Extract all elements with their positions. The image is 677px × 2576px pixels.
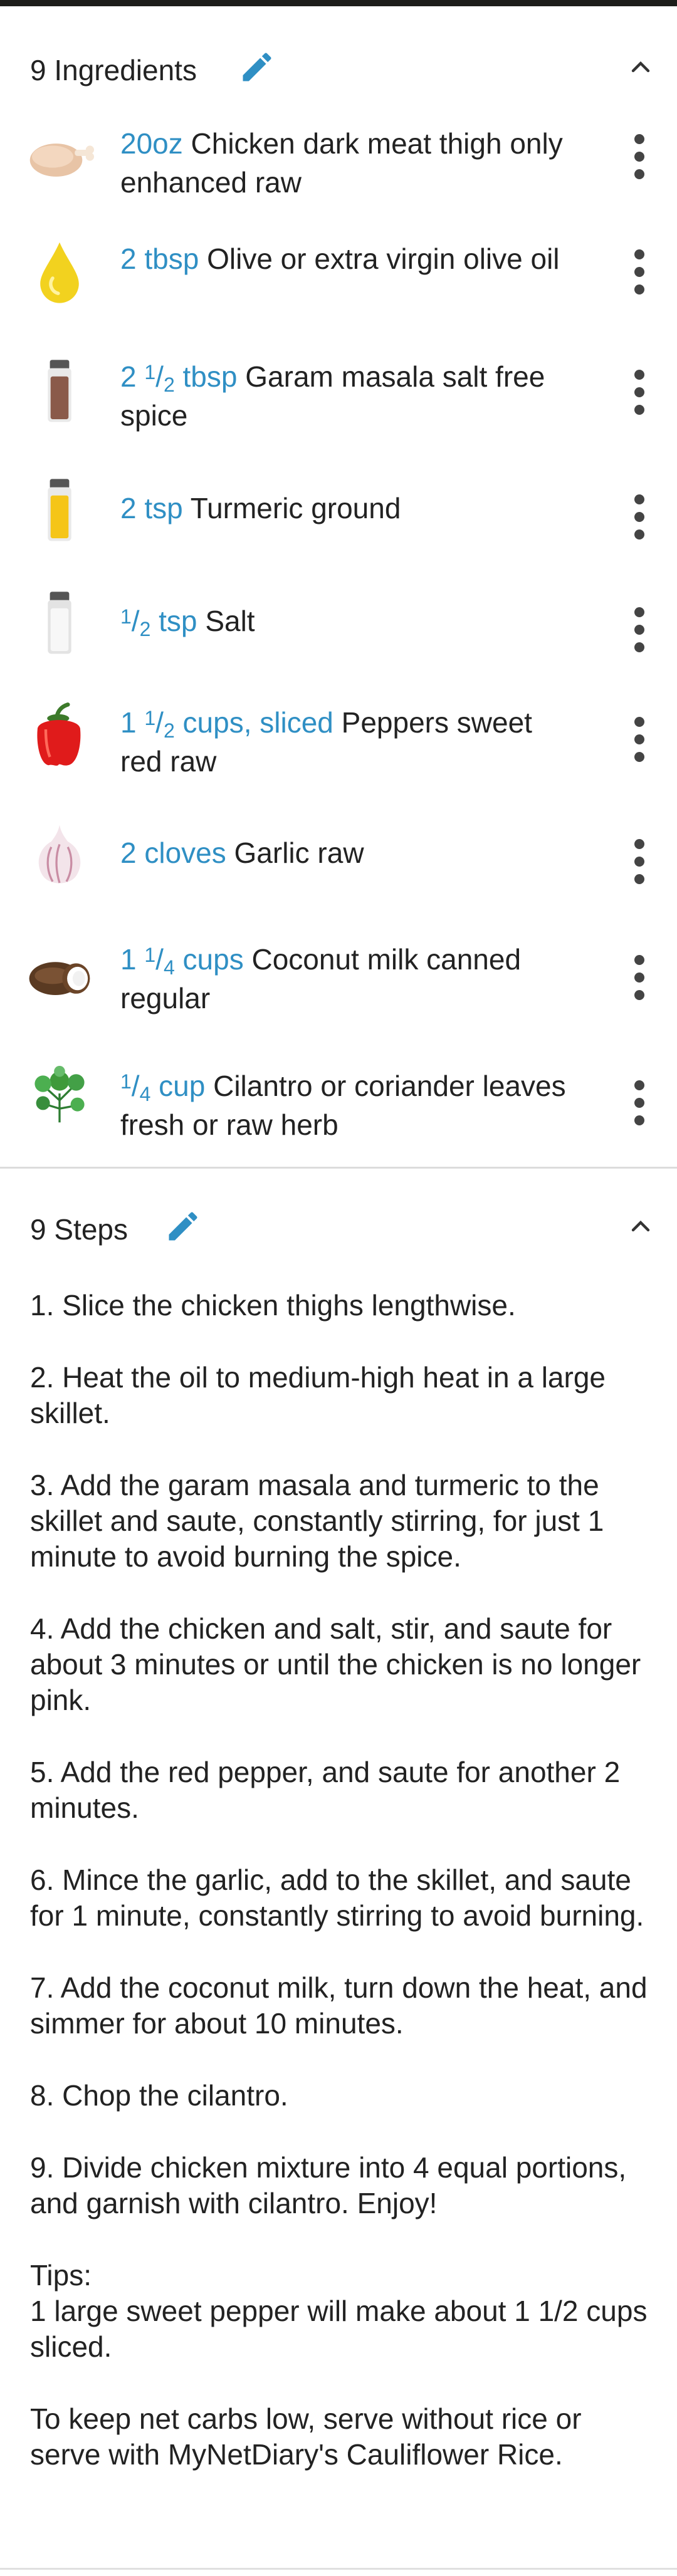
collapse-ingredients-icon[interactable] <box>626 52 656 82</box>
oil-drop-icon <box>40 242 79 303</box>
ingredients-header: 9 Ingredients <box>0 34 677 97</box>
edit-ingredients-icon[interactable] <box>238 48 276 86</box>
step-item: 1. Slice the chicken thighs lengthwise. <box>30 1289 516 1322</box>
red-pepper-icon <box>37 702 81 766</box>
step-item: 3. Add the garam masala and turmeric to … <box>30 1469 604 1573</box>
ingredient-text: 1/4 cup Cilantro or coriander leaves fre… <box>120 1070 566 1141</box>
ingredient-text: 1 1/4 cups Coconut milk canned regular <box>120 943 522 1014</box>
more-options-icon[interactable] <box>627 132 652 182</box>
more-options-icon[interactable] <box>627 1078 652 1128</box>
header-image-edge <box>0 0 677 6</box>
bottom-divider <box>0 2568 677 2570</box>
step-item: 5. Add the red pepper, and saute for ano… <box>30 1756 621 1824</box>
section-divider <box>0 1167 677 1169</box>
tip-item: To keep net carbs low, serve without ric… <box>30 2402 582 2471</box>
ingredient-text: 2 tbsp Olive or extra virgin olive oil <box>120 242 560 275</box>
steps-title: 9 Steps <box>30 1213 128 1246</box>
coconut-icon <box>29 962 90 995</box>
step-item: 9. Divide chicken mixture into 4 equal p… <box>30 2151 627 2219</box>
ingredient-text: 1 1/2 cups, sliced Peppers sweet red raw <box>120 706 532 778</box>
more-options-icon[interactable] <box>627 367 652 417</box>
collapse-steps-icon[interactable] <box>626 1211 656 1241</box>
salt-shaker-icon <box>48 592 71 654</box>
spice-jar-brown-icon <box>48 360 71 422</box>
step-item: 7. Add the coconut milk, turn down the h… <box>30 1971 648 2040</box>
step-item: 4. Add the chicken and salt, stir, and s… <box>30 1612 641 1716</box>
more-options-icon[interactable] <box>627 952 652 1003</box>
cilantro-icon <box>34 1066 85 1123</box>
steps-list: 1. Slice the chicken thighs lengthwise. … <box>30 1288 657 2509</box>
ingredient-text: 1/2 tsp Salt <box>120 605 255 640</box>
chicken-thigh-icon <box>29 143 94 177</box>
ingredient-text: 2 tsp Turmeric ground <box>120 492 401 524</box>
tips-title: Tips: <box>30 2259 92 2292</box>
more-options-icon[interactable] <box>627 714 652 764</box>
more-options-icon[interactable] <box>627 837 652 887</box>
spice-jar-yellow-icon <box>48 479 71 541</box>
garlic-icon <box>38 825 81 884</box>
more-options-icon[interactable] <box>627 605 652 655</box>
step-item: 2. Heat the oil to medium-high heat in a… <box>30 1361 606 1429</box>
step-item: 8. Chop the cilantro. <box>30 2079 288 2112</box>
edit-steps-icon[interactable] <box>164 1207 202 1245</box>
tip-item: 1 large sweet pepper will make about 1 1… <box>30 2295 648 2363</box>
ingredients-title: 9 Ingredients <box>30 54 197 86</box>
ingredient-text: 2 1/2 tbsp Garam masala salt free spice <box>120 360 545 432</box>
step-item: 6. Mince the garlic, add to the skillet,… <box>30 1864 644 1932</box>
more-options-icon[interactable] <box>627 247 652 297</box>
more-options-icon[interactable] <box>627 492 652 542</box>
steps-header: 9 Steps <box>0 1194 677 1256</box>
ingredient-text: 2 cloves Garlic raw <box>120 837 364 869</box>
ingredient-text: 20oz Chicken dark meat thigh only enhanc… <box>120 127 563 199</box>
